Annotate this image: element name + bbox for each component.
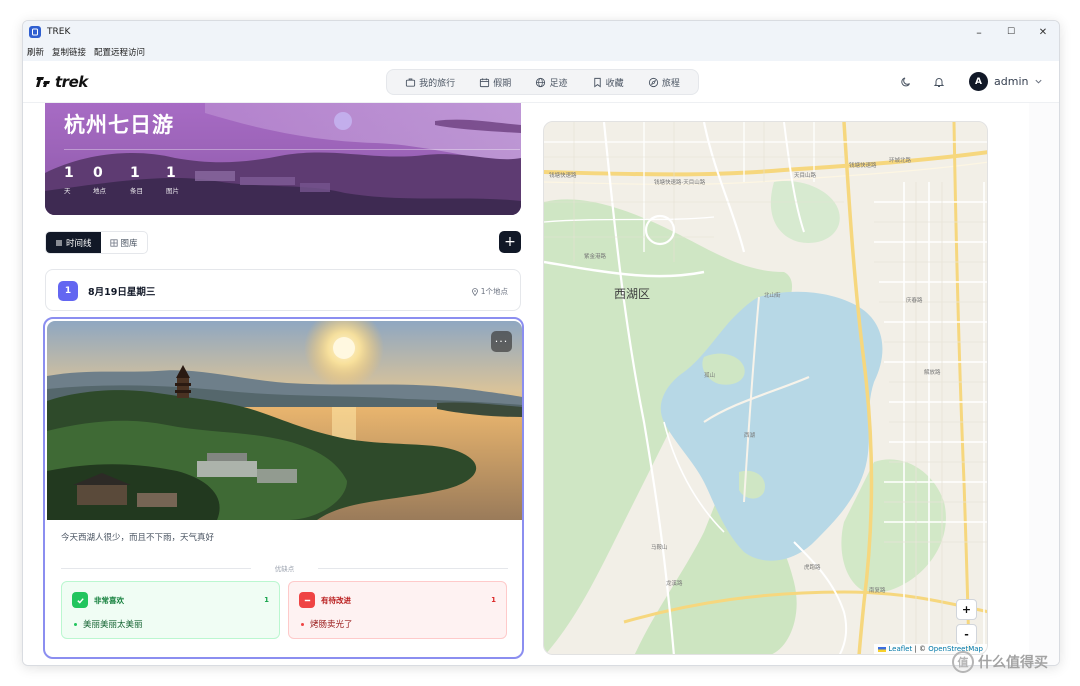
user-menu[interactable]: A admin — [969, 72, 1043, 91]
svg-text:马鞍山: 马鞍山 — [651, 543, 668, 551]
bookmark-icon — [593, 77, 601, 88]
logo[interactable]: trek — [35, 73, 88, 91]
trip-title: 杭州七日游 — [64, 113, 174, 137]
hero-divider — [64, 149, 520, 150]
svg-text:南复路: 南复路 — [869, 586, 886, 594]
review-section-label: 优缺点 — [61, 563, 508, 573]
more-options-button[interactable]: ··· — [491, 331, 512, 352]
place-entry-card[interactable]: ··· 今天西湖人很少，而且不下雨，天气真好 优缺点 非常喜欢 1 美丽美丽太美… — [43, 317, 524, 659]
avatar: A — [969, 72, 988, 91]
ukraine-flag-icon — [878, 646, 887, 652]
app-header: trek 我的旅行 假期 足迹 收藏 旅程 A admin — [23, 61, 1059, 103]
svg-text:天目山路: 天目山路 — [794, 171, 817, 179]
nav-footprints[interactable]: 足迹 — [535, 76, 567, 89]
stat-days: 1 天 — [64, 165, 74, 195]
moon-icon[interactable] — [900, 76, 912, 88]
minimize-button[interactable]: – — [963, 21, 995, 43]
nav-my-trips[interactable]: 我的旅行 — [405, 76, 455, 89]
svg-text:环城北路: 环城北路 — [889, 156, 912, 164]
day-title: 8月19日星期三 — [88, 287, 156, 298]
day-number-badge: 1 — [58, 281, 78, 301]
trek-logo-icon — [36, 77, 50, 87]
globe-icon — [536, 77, 546, 87]
svg-text:庆春路: 庆春路 — [906, 296, 923, 304]
svg-text:钱塘快速路: 钱塘快速路 — [549, 171, 577, 179]
content-area: 杭州七日游 1 天 0 地点 1 条目 1 图片 时间线 图库 + 1 8月19… — [23, 103, 1059, 665]
main-nav: 我的旅行 假期 足迹 收藏 旅程 — [386, 69, 699, 95]
svg-text:解放路: 解放路 — [924, 368, 941, 376]
pros-title: 非常喜欢 — [94, 595, 124, 605]
view-tabs: 时间线 图库 — [45, 231, 148, 254]
cons-title: 有待改进 — [321, 595, 351, 605]
timeline-panel[interactable]: 杭州七日游 1 天 0 地点 1 条目 1 图片 时间线 图库 + 1 8月19… — [23, 103, 533, 665]
add-entry-button[interactable]: + — [499, 231, 521, 253]
svg-text:孤山: 孤山 — [704, 371, 715, 379]
nav-holidays[interactable]: 假期 — [479, 76, 511, 89]
stat-places: 0 地点 — [93, 165, 106, 195]
nav-favorites[interactable]: 收藏 — [592, 76, 624, 89]
cons-item: 烤肠卖光了 — [301, 618, 353, 630]
watermark-logo-icon: 值 — [952, 651, 974, 673]
close-button[interactable]: ✕ — [1027, 21, 1059, 43]
map-view[interactable]: 钱塘快速路 钱塘快速路·天目山路 天目山路 钱塘快速路 环城北路 紫金港路 北山… — [543, 121, 988, 655]
location-pin-icon — [471, 287, 478, 296]
svg-text:钱塘快速路: 钱塘快速路 — [849, 161, 877, 169]
bell-icon[interactable] — [933, 76, 945, 88]
pros-item: 美丽美丽太美丽 — [74, 618, 143, 630]
user-name: admin — [994, 75, 1029, 88]
briefcase-icon — [405, 78, 416, 87]
check-icon — [72, 592, 88, 608]
nav-journey[interactable]: 旅程 — [648, 76, 680, 89]
chevron-down-icon — [1035, 79, 1043, 84]
stat-entries: 1 条目 — [130, 165, 143, 195]
app-window: TREK – ☐ ✕ 刷新 复制链接 配置远程访问 trek 我的旅行 假期 足… — [22, 20, 1060, 666]
trip-hero: 杭州七日游 1 天 0 地点 1 条目 1 图片 — [45, 103, 521, 215]
right-gutter — [1029, 103, 1059, 665]
svg-text:钱塘快速路·天目山路: 钱塘快速路·天目山路 — [654, 178, 706, 186]
menu-copy-link[interactable]: 复制链接 — [52, 46, 86, 58]
title-bar: TREK – ☐ ✕ — [23, 21, 1059, 43]
zoom-out-button[interactable]: - — [956, 624, 977, 645]
svg-text:北山街: 北山街 — [764, 291, 781, 299]
svg-text:紫金港路: 紫金港路 — [584, 252, 607, 260]
map-district-label: 西湖区 — [614, 287, 651, 301]
svg-text:西湖: 西湖 — [744, 431, 756, 439]
logo-text: trek — [55, 73, 88, 91]
watermark: 值 什么值得买 — [952, 651, 1048, 673]
leaflet-link[interactable]: Leaflet — [888, 645, 912, 653]
west-lake-photo — [47, 321, 522, 520]
menu-refresh[interactable]: 刷新 — [27, 46, 44, 58]
pros-box[interactable]: 非常喜欢 1 美丽美丽太美丽 — [61, 581, 280, 639]
maximize-button[interactable]: ☐ — [995, 21, 1027, 43]
calendar-icon — [480, 77, 490, 87]
grid-icon — [109, 238, 118, 247]
menu-remote-access[interactable]: 配置远程访问 — [94, 46, 145, 58]
day-header[interactable]: 1 8月19日星期三 1个地点 — [45, 269, 521, 311]
entry-photo[interactable]: ··· — [47, 321, 522, 520]
svg-text:虎跑路: 虎跑路 — [804, 563, 821, 571]
day-place-count: 1个地点 — [471, 286, 508, 297]
svg-text:龙溪路: 龙溪路 — [666, 579, 683, 587]
minus-icon — [299, 592, 315, 608]
cons-count: 1 — [491, 596, 496, 604]
stat-photos: 1 图片 — [166, 165, 179, 195]
cons-box[interactable]: 有待改进 1 烤肠卖光了 — [288, 581, 507, 639]
tab-gallery[interactable]: 图库 — [101, 232, 147, 253]
compass-icon — [648, 77, 658, 87]
zoom-in-button[interactable]: + — [956, 599, 977, 620]
list-icon — [56, 240, 62, 245]
map-tiles: 钱塘快速路 钱塘快速路·天目山路 天目山路 钱塘快速路 环城北路 紫金港路 北山… — [544, 122, 987, 654]
window-title: TREK — [47, 27, 71, 37]
pros-count: 1 — [264, 596, 269, 604]
menu-bar: 刷新 复制链接 配置远程访问 — [23, 43, 1059, 61]
entry-note: 今天西湖人很少，而且不下雨，天气真好 — [61, 533, 215, 543]
app-icon — [29, 26, 41, 38]
watermark-text: 什么值得买 — [978, 655, 1048, 671]
tab-timeline[interactable]: 时间线 — [46, 232, 101, 253]
